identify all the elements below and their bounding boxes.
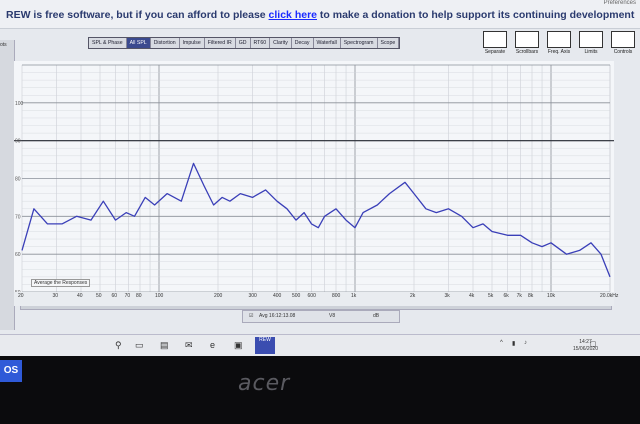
rew-window: REW is free software, but if you can aff… <box>0 0 640 356</box>
tool-label: Controls <box>613 49 633 55</box>
banner-text: REW is free software, but if you can aff… <box>6 9 634 21</box>
tab-waterfall[interactable]: Waterfall <box>314 38 341 48</box>
taskbar: ⚲ ▭ ▤ ✉ e ▣ REW ^ ▮ ♪ 14:27 15/06/2020 ▢ <box>0 334 640 356</box>
graph-tabs: SPL & Phase All SPL Distortion Impulse Filte… <box>88 37 401 49</box>
x-tick-label: 60 <box>111 293 118 299</box>
search-icon[interactable]: ⚲ <box>115 340 122 351</box>
tab-spectrogram[interactable]: Spectrogram <box>341 38 378 48</box>
tab-clarity[interactable]: Clarity <box>270 38 292 48</box>
tool-label: Limits <box>584 49 598 55</box>
banner-suffix: to make a donation to help support its c… <box>317 9 635 21</box>
x-tick-label: 4k <box>469 293 475 299</box>
overlay-mid: V8 <box>329 313 336 319</box>
x-tick-label: 2k <box>410 293 416 299</box>
x-tick-label: 20.0kHz <box>600 293 619 299</box>
x-axis: 20 30 40 50 60 70 80 100 200 300 400 500 600 800 1k 2k 3… <box>14 292 618 306</box>
freq-axis-icon <box>547 31 571 48</box>
x-tick-label: 40 <box>77 293 83 299</box>
x-tick-label: 20 <box>18 293 24 299</box>
tool-limits[interactable]: Limits <box>578 31 604 55</box>
donate-link[interactable]: click here <box>269 9 317 21</box>
x-tick-label: 10k <box>546 293 556 299</box>
controls-icon <box>611 31 635 48</box>
edge-browser-icon[interactable]: e <box>210 340 215 350</box>
x-tick-label: 300 <box>248 293 257 299</box>
graph-toolbar: Separate Scrollbars Freq. Axis Limits Contro… <box>482 31 636 55</box>
tool-separate[interactable]: Separate <box>482 31 508 55</box>
rew-taskbar-label: REW <box>259 337 271 343</box>
x-tick-label: 70 <box>124 293 131 299</box>
tool-label: Scrollbars <box>515 49 539 55</box>
left-panel: ots <box>0 40 15 330</box>
tab-spl-phase[interactable]: SPL & Phase <box>89 38 127 48</box>
tab-distortion[interactable]: Distortion <box>151 38 180 48</box>
scrollbars-icon <box>515 31 539 48</box>
x-tick-label: 600 <box>307 293 316 299</box>
tab-decay[interactable]: Decay <box>292 38 314 48</box>
acer-logo: acer <box>238 371 291 396</box>
y-tick-label: 100 <box>15 101 24 107</box>
limits-icon <box>579 31 603 48</box>
overlay-check-icon[interactable]: ☑ <box>249 313 253 319</box>
tab-all-spl[interactable]: All SPL <box>126 38 151 48</box>
banner-prefix: REW is free software, but if you can aff… <box>6 9 269 21</box>
tab-scope[interactable]: Scope <box>378 38 400 48</box>
tool-controls[interactable]: Controls <box>610 31 636 55</box>
tool-label: Separate <box>484 49 506 55</box>
tab-filtered-ir[interactable]: Filtered IR <box>205 38 236 48</box>
tab-rt60[interactable]: RT60 <box>251 38 271 48</box>
file-explorer-icon[interactable]: ▤ <box>160 340 169 351</box>
x-tick-label: 5k <box>487 293 494 299</box>
tab-impulse[interactable]: Impulse <box>180 38 205 48</box>
measurement-overlay[interactable]: ☑ Avg 16:12:13.08 V8 dB <box>242 310 400 323</box>
preferences-label[interactable]: Preferences <box>604 0 636 6</box>
x-tick-label: 8k <box>528 293 534 299</box>
donation-banner: REW is free software, but if you can aff… <box>0 0 640 29</box>
x-tick-label: 30 <box>52 293 59 299</box>
x-tick-label: 50 <box>95 293 102 299</box>
rew-taskbar-button[interactable]: REW <box>255 337 275 354</box>
tool-freq-axis[interactable]: Freq. Axis <box>546 31 572 55</box>
y-tick-label: 70 <box>15 214 21 220</box>
notifications-icon[interactable]: ▢ <box>590 340 597 348</box>
plot-background <box>14 61 614 300</box>
y-tick-label: 80 <box>15 177 21 183</box>
network-icon[interactable]: ▮ <box>512 340 515 347</box>
volume-icon[interactable]: ♪ <box>524 340 527 346</box>
tool-label: Freq. Axis <box>547 49 571 55</box>
x-tick-label: 6k <box>503 293 509 299</box>
x-tick-label: 7k <box>516 293 522 299</box>
x-tick-label: 80 <box>136 293 142 299</box>
x-tick-label: 3k <box>444 293 450 299</box>
spl-graph[interactable]: 100 90 80 70 60 50 <box>14 61 614 300</box>
overlay-right: dB <box>373 313 380 319</box>
store-icon[interactable]: ▣ <box>234 340 243 351</box>
left-panel-label: ots <box>0 42 7 48</box>
x-tick-label: 200 <box>214 293 223 299</box>
tray-chevron-icon[interactable]: ^ <box>500 340 503 346</box>
average-responses-label: Average the Responses <box>31 279 91 287</box>
os-badge: OS <box>0 360 22 382</box>
mail-icon[interactable]: ✉ <box>185 340 193 351</box>
x-tick-label: 1k <box>350 293 357 299</box>
overlay-text: Avg 16:12:13.08 <box>259 313 296 319</box>
x-tick-label: 400 <box>273 293 282 299</box>
x-tick-label: 100 <box>154 293 164 299</box>
x-tick-label: 500 <box>291 293 301 299</box>
y-tick-label: 90 <box>15 139 21 145</box>
tool-scrollbars[interactable]: Scrollbars <box>514 31 540 55</box>
separate-icon <box>483 31 507 48</box>
tab-gd[interactable]: GD <box>236 38 251 48</box>
y-tick-label: 60 <box>15 252 21 258</box>
x-tick-label: 800 <box>332 293 341 299</box>
task-view-icon[interactable]: ▭ <box>135 340 144 351</box>
